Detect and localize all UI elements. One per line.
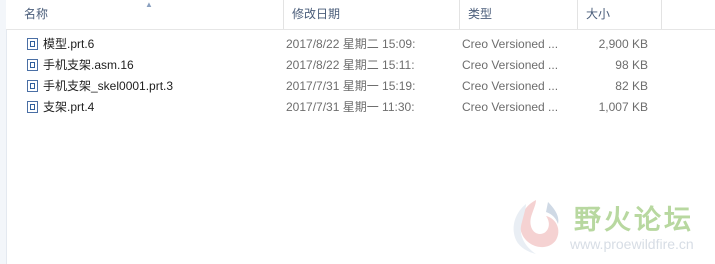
file-size: 82 KB [615,79,648,93]
file-date-modified: 2017/7/31 星期一 11:30: [286,100,415,114]
file-list: 模型.prt.6 2017/8/22 星期二 15:09: Creo Versi… [6,34,715,118]
file-size: 1,007 KB [598,100,648,114]
watermark-url: www.proewildfire.cn [570,236,694,252]
file-row[interactable]: 支架.prt.4 2017/7/31 星期一 11:30: Creo Versi… [6,97,715,118]
file-name: 模型.prt.6 [43,37,95,51]
creo-file-icon [27,38,38,50]
file-date-modified: 2017/7/31 星期一 15:19: [286,79,416,93]
file-name: 手机支架_skel0001.prt.3 [43,79,174,93]
file-date-modified: 2017/8/22 星期二 15:09: [286,37,416,51]
watermark-title: 野火论坛 [574,205,694,235]
column-header-bar: ▲ 名称 修改日期 类型 大小 [6,0,715,30]
file-type: Creo Versioned ... [462,100,559,114]
file-type: Creo Versioned ... [462,58,559,72]
file-type: Creo Versioned ... [462,37,559,51]
file-size: 2,900 KB [598,37,648,51]
file-name: 支架.prt.4 [43,100,95,114]
column-header-type[interactable]: 类型 [460,0,578,29]
file-name: 手机支架.asm.16 [43,58,134,72]
column-header-size[interactable]: 大小 [578,0,662,29]
file-date-modified: 2017/8/22 星期二 15:11: [286,58,415,72]
file-name-cell: 模型.prt.6 [25,34,280,55]
flame-logo-icon [513,200,559,254]
file-row[interactable]: 手机支架_skel0001.prt.3 2017/7/31 星期一 15:19:… [6,76,715,97]
column-header-name[interactable]: 名称 [16,0,284,29]
file-row[interactable]: 手机支架.asm.16 2017/8/22 星期二 15:11: Creo Ve… [6,55,715,76]
creo-file-icon [27,80,38,92]
file-name-cell: 手机支架.asm.16 [25,55,280,76]
file-name-cell: 支架.prt.4 [25,97,280,118]
file-name-cell: 手机支架_skel0001.prt.3 [25,76,280,97]
forum-watermark: 野火论坛 www.proewildfire.cn [502,194,712,260]
file-row[interactable]: 模型.prt.6 2017/8/22 星期二 15:09: Creo Versi… [6,34,715,55]
creo-file-icon [27,101,38,113]
column-header-date-modified[interactable]: 修改日期 [284,0,460,29]
file-size: 98 KB [615,58,648,72]
creo-file-icon [27,59,38,71]
file-type: Creo Versioned ... [462,79,559,93]
